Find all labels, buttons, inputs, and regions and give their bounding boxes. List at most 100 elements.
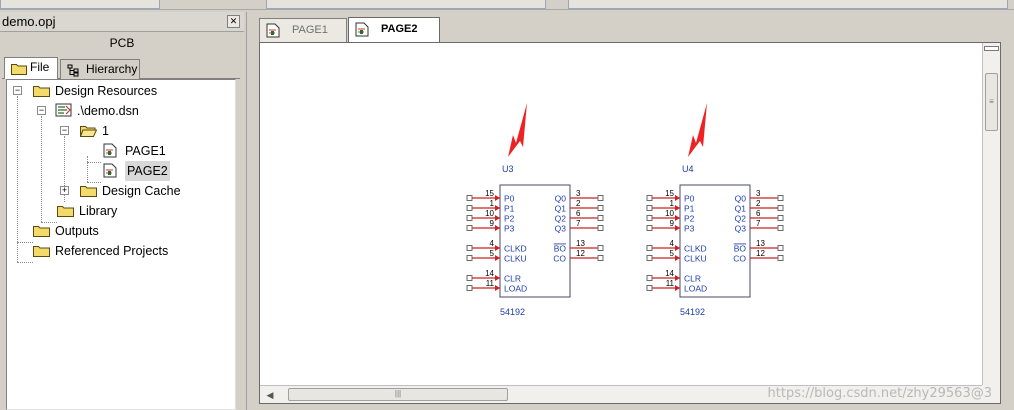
pin-name: CLKD [504,244,527,254]
pin-terminal [777,195,784,201]
part-value: 54192 [500,307,525,317]
pin-number: 5 [670,249,675,258]
pin-number: 3 [576,189,581,198]
collapse-icon[interactable]: − [13,86,22,95]
toolbar-segment[interactable] [568,0,1008,9]
pin-terminal [466,285,473,291]
folder-icon [57,206,74,217]
tab-file[interactable]: File [4,57,58,79]
pin-terminal [646,245,653,251]
pin-number: 15 [665,189,674,198]
pin-terminal [597,225,604,231]
pin-name: LOAD [504,284,527,294]
schematic-page-icon [103,143,117,158]
watermark: https://blog.csdn.net/zhy29563@3 [767,386,992,401]
pin-arrow [495,205,500,211]
pin-number: 4 [670,239,675,248]
pin-terminal [777,215,784,221]
pin-number: 14 [485,269,494,278]
tab-page1[interactable]: PAGE1 [259,18,347,42]
pin-arrow [675,275,680,281]
pin-name: P3 [684,224,695,234]
pin-number: 15 [485,189,494,198]
pin-name: P1 [684,204,695,214]
toolbar-segment[interactable] [0,0,160,9]
schematic-page-icon [103,163,117,178]
pin-number: 10 [485,209,494,218]
pin-number: 14 [665,269,674,278]
toolbar-strip [0,0,1014,10]
pin-arrow [675,215,680,221]
pin-name: CO [733,254,746,264]
pin-terminal [597,215,604,221]
pin-terminal [597,255,604,261]
pin-name: CO [553,254,566,264]
annotation-arrow [688,103,707,157]
pin-terminal [597,195,604,201]
pin-terminal [646,275,653,281]
pin-arrow [495,255,500,261]
panel-subtitle: PCB [109,36,135,50]
folder-icon [33,226,50,237]
pin-terminal [777,205,784,211]
tab-file-label: File [30,60,50,74]
pin-terminal [646,225,653,231]
pin-terminal [466,245,473,251]
pin-arrow [495,245,500,251]
pin-name: Q2 [555,214,567,224]
project-title: demo.opj [2,14,56,29]
pin-arrow [675,255,680,261]
vertical-scrollbar[interactable]: ≡ [982,43,1000,387]
scroll-left-icon[interactable]: ◀ [262,387,278,403]
expand-icon[interactable]: + [60,186,69,195]
pin-number: 1 [670,199,675,208]
pin-arrow [675,195,680,201]
pin-arrow [495,275,500,281]
pin-arrow [495,285,500,291]
vertical-scroll-thumb[interactable]: ≡ [985,73,998,131]
pin-terminal [777,255,784,261]
part-value: 54192 [680,307,705,317]
schematic-sheet[interactable]: U315 P01 P110 P29 P34 CLKD5 CLKU14 CLR11 LOAD3Q0… [260,43,982,387]
split-bar[interactable] [984,46,999,51]
close-icon[interactable]: ✕ [227,15,240,28]
pin-arrow [495,225,500,231]
schematic-document-area: PAGE1 PAGE2 U3 15 P0 1 P1 10 P2 9 P3 4 CLKD 5 CLKU 14… [246,12,1014,410]
pin-terminal [646,285,653,291]
pin-terminal [466,225,473,231]
folder-icon [11,64,27,75]
pin-name: CLKU [504,254,527,264]
schematic-canvas[interactable]: U3 15 P0 1 P1 10 P2 9 P3 4 CLKD 5 CLKU 14 CLR 11 LOAD 3 Q0… [259,42,1001,404]
horizontal-scroll-thumb[interactable]: ||| [288,388,508,401]
tab-page2[interactable]: PAGE2 [348,17,440,43]
schematic-page-icon [355,22,369,37]
tree-guide [87,156,88,182]
collapse-icon[interactable]: − [60,126,69,135]
project-manager-panel: demo.opj ✕ PCB File Hierarchy − Design R… [0,12,244,410]
pin-number: 12 [756,249,765,258]
tree-guide [17,242,33,243]
pin-number: 9 [670,219,675,228]
toolbar-segment[interactable] [266,0,546,9]
pin-arrow [495,215,500,221]
tab-hierarchy[interactable]: Hierarchy [60,59,140,79]
pin-name: CLR [504,274,521,284]
pin-number: 1 [490,199,495,208]
pin-number: 5 [490,249,495,258]
pin-terminal [466,255,473,261]
design-file-icon [55,103,72,117]
pin-name: CLR [684,274,701,284]
hierarchy-icon [67,64,79,77]
tree-guide [87,182,101,183]
pin-name: BO [554,244,567,254]
pin-number: 6 [756,209,761,218]
pin-arrow [675,225,680,231]
tree-guide [17,262,33,263]
pin-name: P2 [684,214,695,224]
collapse-icon[interactable]: − [37,106,46,115]
pin-name: Q3 [735,224,747,234]
pin-number: 11 [486,279,495,288]
pin-name: P1 [504,204,515,214]
pin-arrow [675,285,680,291]
pin-name: P3 [504,224,515,234]
